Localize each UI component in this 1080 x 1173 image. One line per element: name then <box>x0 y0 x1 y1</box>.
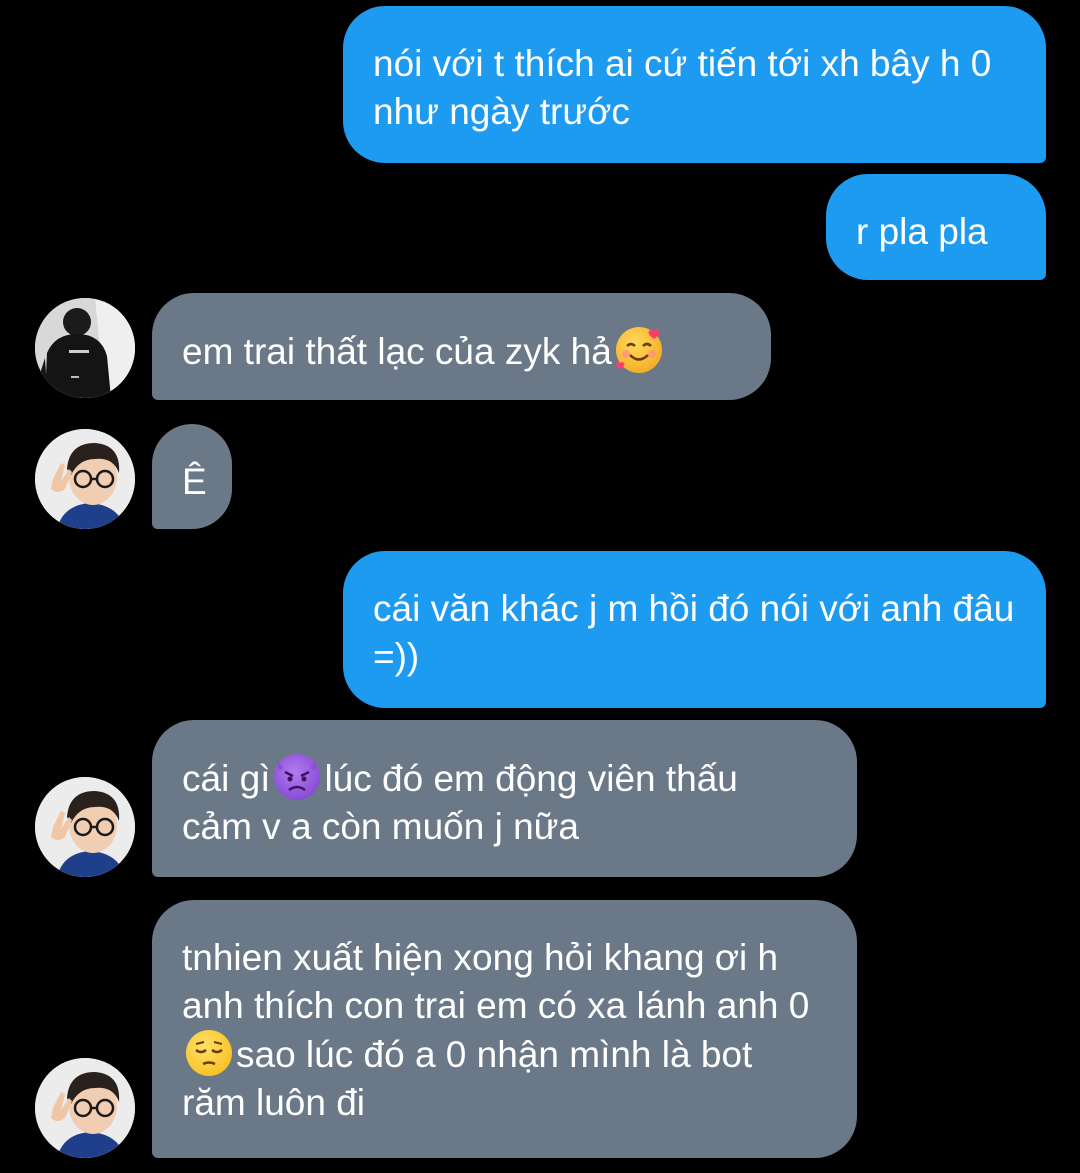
message-bubble-incoming[interactable]: Ê <box>152 424 232 529</box>
message-text: sao lúc đó a 0 nhận mình là bot răm luôn… <box>182 1034 753 1123</box>
contact-avatar[interactable] <box>35 777 135 877</box>
message-text: cái văn khác j m hồi đó nói với anh đâu … <box>373 588 1015 677</box>
smiling-face-with-hearts-icon <box>615 327 662 373</box>
message-bubble-incoming[interactable]: tnhien xuất hiện xong hỏi khang ơi h anh… <box>152 900 857 1158</box>
message-bubble-outgoing[interactable]: nói với t thích ai cứ tiến tới xh bây h … <box>343 6 1046 163</box>
angry-devil-icon <box>274 754 321 800</box>
avatar-photo-dark <box>35 298 135 398</box>
message-bubble-outgoing[interactable]: cái văn khác j m hồi đó nói với anh đâu … <box>343 551 1046 708</box>
contact-avatar[interactable] <box>35 429 135 529</box>
message-text: cái gì <box>182 758 271 799</box>
avatar-photo-glasses <box>35 777 135 877</box>
message-text: Ê <box>182 461 207 502</box>
message-bubble-outgoing[interactable]: r pla pla <box>826 174 1046 280</box>
message-text: r pla pla <box>856 211 988 252</box>
avatar-photo-glasses <box>35 429 135 529</box>
avatar-photo-glasses <box>35 1058 135 1158</box>
message-text: nói với t thích ai cứ tiến tới xh bây h … <box>373 43 992 132</box>
pensive-face-icon <box>186 1030 232 1076</box>
contact-avatar[interactable] <box>35 298 135 398</box>
message-bubble-incoming[interactable]: em trai thất lạc của zyk hả <box>152 293 771 400</box>
message-text: em trai thất lạc của zyk hả <box>182 331 612 372</box>
message-bubble-incoming[interactable]: cái gì lúc đó em động viên thấu cảm v a … <box>152 720 857 877</box>
contact-avatar[interactable] <box>35 1058 135 1158</box>
message-text: tnhien xuất hiện xong hỏi khang ơi h anh… <box>182 937 810 1026</box>
